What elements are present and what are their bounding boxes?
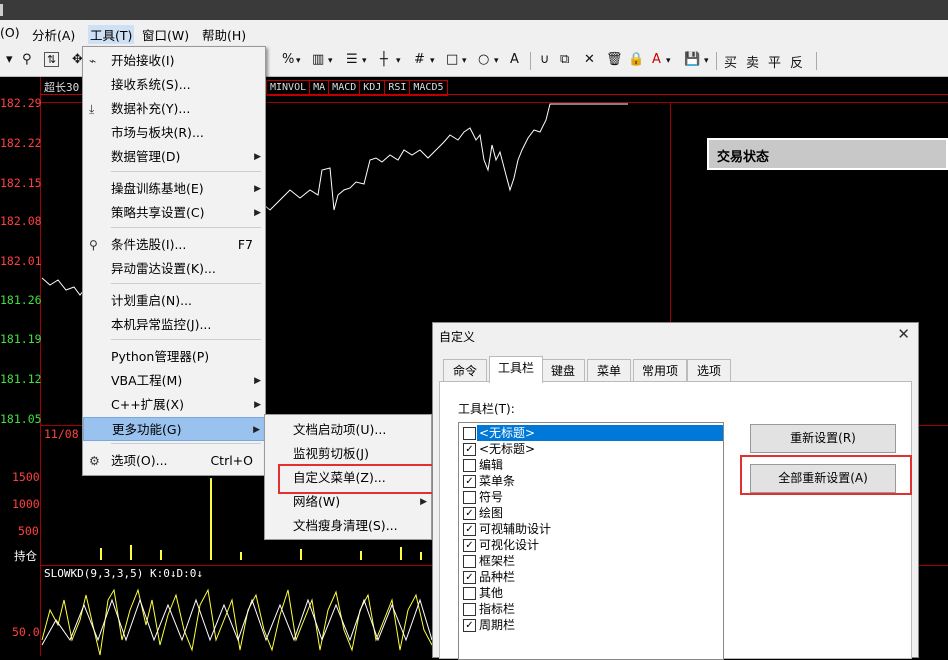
dialog-title: 自定义 bbox=[439, 330, 476, 344]
trade-status-label: 交易状态 bbox=[717, 150, 770, 165]
checkbox-checked[interactable]: ✓ bbox=[463, 523, 476, 536]
menu-item-cpp-extension[interactable]: C++扩展(X) ▶ bbox=[83, 393, 265, 417]
tab-common[interactable]: 常用项 bbox=[633, 359, 687, 382]
menu-item-market-sector[interactable]: 市场与板块(R)... bbox=[83, 121, 265, 145]
toolbar-list[interactable]: <无标题> ✓ <无标题> 编辑 ✓ 菜单条 符号 ✓ 绘图 ✓ 可视辅助设计 ✓ 可视化… bbox=[458, 422, 724, 660]
download-icon: ⤓ bbox=[89, 102, 95, 116]
close-icon[interactable]: ✕ bbox=[897, 325, 910, 343]
toolbar-panel: 工具栏(T): <无标题> ✓ <无标题> 编辑 ✓ 菜单条 符号 ✓ 绘图 ✓ 可视辅… bbox=[439, 381, 912, 660]
menu-separator bbox=[111, 283, 261, 284]
submenu-arrow-icon: ▶ bbox=[253, 425, 260, 435]
gear-icon: ⚙ bbox=[89, 454, 100, 468]
menu-item-data-management[interactable]: 数据管理(D) ▶ bbox=[83, 145, 265, 169]
menu-item-vba-project[interactable]: VBA工程(M) ▶ bbox=[83, 369, 265, 393]
menu-separator bbox=[111, 227, 261, 228]
submenu-arrow-icon: ▶ bbox=[254, 184, 261, 194]
menu-item-clipboard-monitor[interactable]: 监视剪切板(J) bbox=[265, 442, 431, 466]
checkbox[interactable] bbox=[463, 603, 476, 616]
checkbox[interactable] bbox=[463, 587, 476, 600]
tab-keyboard[interactable]: 键盘 bbox=[541, 359, 585, 382]
menu-item-more-functions[interactable]: 更多功能(G) ▶ bbox=[83, 417, 265, 441]
toolbar-list-label: 工具栏(T): bbox=[458, 402, 515, 416]
list-item[interactable]: 框架栏 bbox=[459, 553, 721, 569]
submenu-arrow-icon: ▶ bbox=[254, 400, 261, 410]
list-item[interactable]: <无标题> bbox=[459, 425, 723, 441]
list-item[interactable]: ✓ 品种栏 bbox=[459, 569, 721, 585]
menu-item-doc-startup[interactable]: 文档启动项(U)... bbox=[265, 418, 431, 442]
tools-menu: ⌁ 开始接收(I) 接收系统(S)... ⤓ 数据补充(Y)... 市场与板块(… bbox=[82, 46, 266, 476]
list-item[interactable]: 其他 bbox=[459, 585, 721, 601]
submenu-arrow-icon: ▶ bbox=[254, 152, 261, 162]
checkbox-checked[interactable]: ✓ bbox=[463, 539, 476, 552]
list-item[interactable]: 编辑 bbox=[459, 457, 721, 473]
list-item[interactable]: ✓ 可视化设计 bbox=[459, 537, 721, 553]
highlight-custom-menu bbox=[278, 464, 435, 494]
menu-item-strategy-share[interactable]: 策略共享设置(C) ▶ bbox=[83, 201, 265, 225]
list-item[interactable]: ✓ 绘图 bbox=[459, 505, 721, 521]
list-item[interactable]: ✓ <无标题> bbox=[459, 441, 721, 457]
menu-item-data-supplement[interactable]: ⤓ 数据补充(Y)... bbox=[83, 97, 265, 121]
reset-button[interactable]: 重新设置(R) bbox=[750, 424, 896, 453]
highlight-reset-all bbox=[740, 455, 912, 495]
checkbox[interactable] bbox=[463, 555, 476, 568]
menu-item-anomaly-monitor[interactable]: 本机异常监控(J)... bbox=[83, 313, 265, 337]
list-item[interactable]: ✓ 周期栏 bbox=[459, 617, 721, 633]
checkbox[interactable] bbox=[463, 491, 476, 504]
filter-icon: ⚲ bbox=[89, 238, 98, 252]
tab-commands[interactable]: 命令 bbox=[443, 359, 487, 382]
kd-line bbox=[41, 588, 433, 656]
list-item[interactable]: ✓ 可视辅助设计 bbox=[459, 521, 721, 537]
menu-item-options[interactable]: ⚙ 选项(O)... Ctrl+O bbox=[83, 449, 265, 473]
tab-toolbars[interactable]: 工具栏 bbox=[489, 356, 543, 383]
list-item[interactable]: 指标栏 bbox=[459, 601, 721, 617]
kd-line-2 bbox=[41, 598, 433, 646]
checkbox-checked[interactable]: ✓ bbox=[463, 507, 476, 520]
list-item[interactable]: 符号 bbox=[459, 489, 721, 505]
menu-separator bbox=[111, 171, 261, 172]
checkbox-checked[interactable]: ✓ bbox=[463, 619, 476, 632]
plug-icon: ⌁ bbox=[89, 54, 97, 68]
menu-item-receive-system[interactable]: 接收系统(S)... bbox=[83, 73, 265, 97]
menu-item-scheduled-restart[interactable]: 计划重启(N)... bbox=[83, 289, 265, 313]
menu-item-python-manager[interactable]: Python管理器(P) bbox=[83, 345, 265, 369]
checkbox-checked[interactable]: ✓ bbox=[463, 443, 476, 456]
tab-menu[interactable]: 菜单 bbox=[587, 359, 631, 382]
submenu-arrow-icon: ▶ bbox=[254, 208, 261, 218]
checkbox-checked[interactable]: ✓ bbox=[463, 475, 476, 488]
menu-item-trading-training[interactable]: 操盘训练基地(E) ▶ bbox=[83, 177, 265, 201]
submenu-arrow-icon: ▶ bbox=[254, 376, 261, 386]
menu-item-radar-settings[interactable]: 异动雷达设置(K)... bbox=[83, 257, 265, 281]
checkbox[interactable] bbox=[463, 427, 476, 440]
list-item[interactable]: ✓ 菜单条 bbox=[459, 473, 721, 489]
menu-item-start-receive[interactable]: ⌁ 开始接收(I) bbox=[83, 49, 265, 73]
menu-separator bbox=[111, 339, 261, 340]
menu-separator bbox=[111, 443, 261, 444]
menu-item-condition-select[interactable]: ⚲ 条件选股(I)... F7 bbox=[83, 233, 265, 257]
checkbox[interactable] bbox=[463, 459, 476, 472]
tab-options[interactable]: 选项 bbox=[687, 359, 731, 382]
trade-status-box: 交易状态 bbox=[707, 138, 948, 170]
menu-item-doc-cleanup[interactable]: 文档瘦身清理(S)... bbox=[265, 514, 431, 538]
checkbox-checked[interactable]: ✓ bbox=[463, 571, 476, 584]
